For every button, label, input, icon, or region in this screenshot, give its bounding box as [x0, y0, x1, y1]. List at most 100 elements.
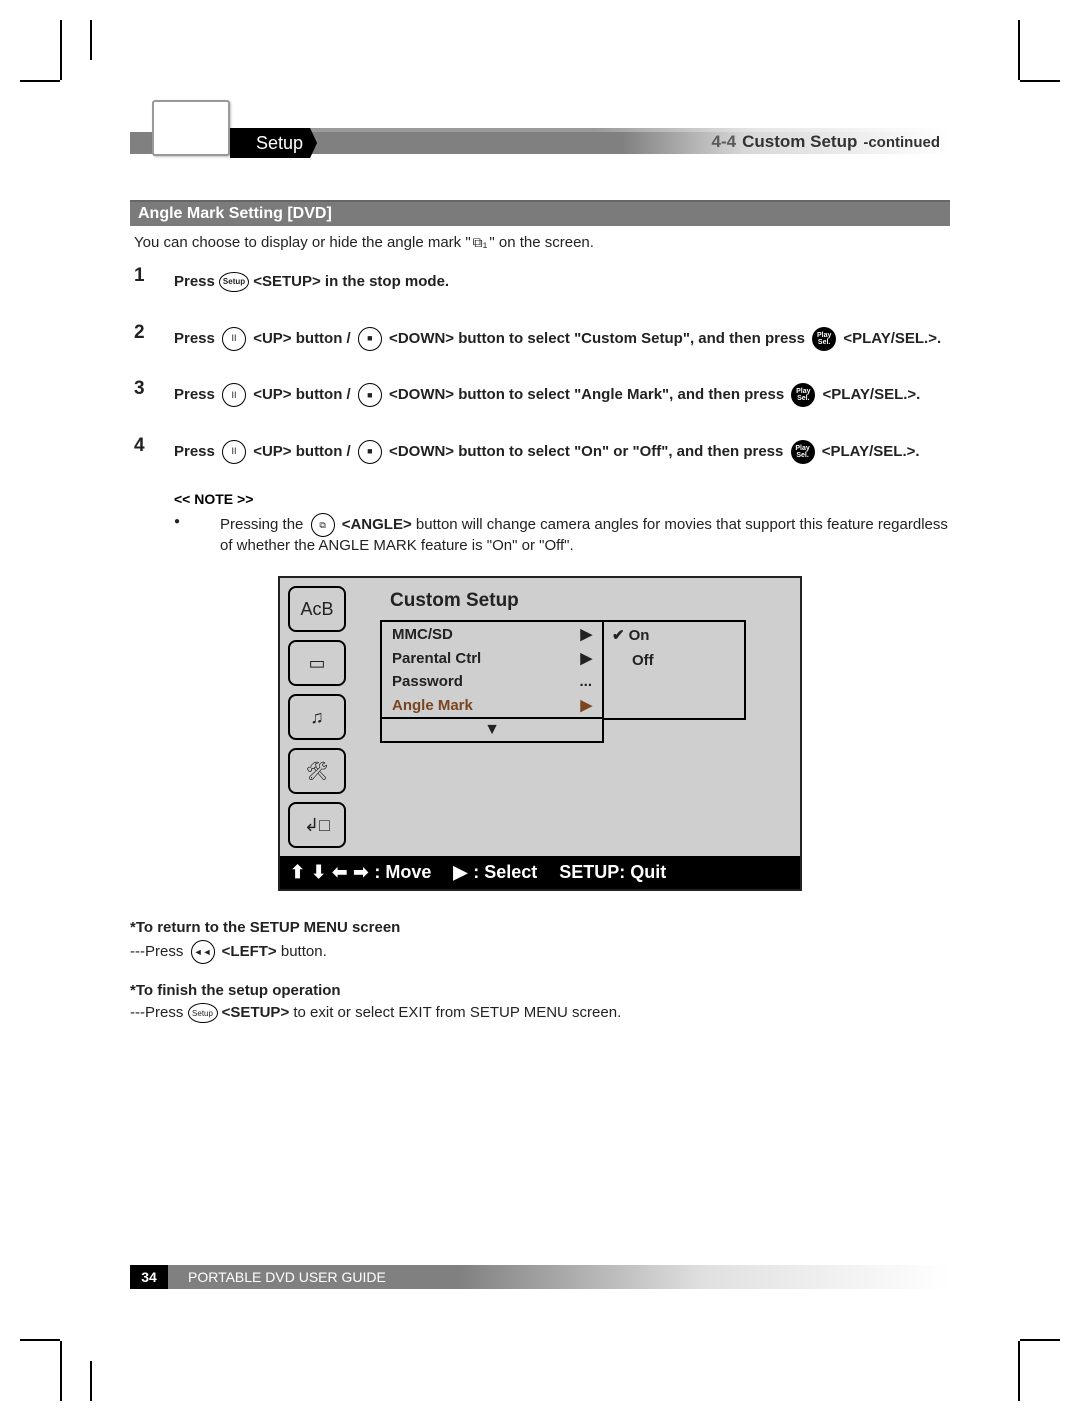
- chapter-number: 4-4: [712, 132, 737, 152]
- setup-label: <SETUP>: [222, 1004, 290, 1021]
- osd-menu-item: Angle Mark ▶: [382, 693, 602, 717]
- crop-mark: [1020, 1339, 1060, 1341]
- finish-text: to exit or select EXIT from SETUP MENU s…: [293, 1004, 621, 1021]
- play-sel-button-icon: Play Sel.: [791, 383, 815, 407]
- step-body: Press Setup <SETUP> in the stop mode.: [174, 265, 449, 300]
- step-text: Press: [174, 273, 219, 290]
- up-button-icon: II: [222, 383, 246, 407]
- osd-hint-bar: ⬆ ⬇ ⬅ ➡ : Move ▶ : Select SETUP: Quit: [280, 856, 800, 889]
- osd-menu-item: Password...: [382, 670, 602, 693]
- step-text: <UP> button /: [249, 443, 355, 460]
- chevron-right-icon: ▶: [580, 625, 592, 643]
- note-body: Pressing the ⧉ <ANGLE> button will chang…: [174, 513, 950, 554]
- osd-menu-label: Parental Ctrl: [392, 650, 481, 667]
- osd-sidebar-icon: AᴄB: [288, 586, 346, 632]
- step-body: Press II <UP> button / ■ <DOWN> button t…: [174, 435, 920, 470]
- step-item: 2Press II <UP> button / ■ <DOWN> button …: [134, 322, 950, 357]
- osd-sidebar-icon: 🛠: [288, 748, 346, 794]
- osd-title: Custom Setup: [380, 584, 790, 620]
- osd-sidebar-icon: ♫: [288, 694, 346, 740]
- crop-mark: [90, 1361, 92, 1401]
- chapter-suffix: -continued: [863, 134, 940, 151]
- setup-button-icon: Setup: [188, 1003, 218, 1023]
- step-text: <SETUP> in the stop mode.: [249, 273, 449, 290]
- chapter-title-text: Custom Setup: [742, 132, 857, 152]
- note-angle-label: <ANGLE>: [342, 516, 412, 533]
- step-item: 1Press Setup <SETUP> in the stop mode.: [134, 265, 950, 300]
- chevron-right-icon: ▶: [580, 696, 592, 714]
- finish-heading: *To finish the setup operation: [130, 982, 950, 999]
- note-heading: << NOTE >>: [174, 491, 950, 507]
- crop-mark: [1020, 80, 1060, 82]
- osd-sidebar-icon: ▭: [288, 640, 346, 686]
- arrow-up-icon: ⬆: [290, 862, 305, 883]
- step-number: 2: [134, 322, 174, 344]
- intro-post: " on the screen.: [489, 234, 594, 251]
- osd-menu-item: Parental Ctrl▶: [382, 646, 602, 670]
- setup-button-icon: Setup: [219, 272, 249, 292]
- return-text: button.: [281, 943, 327, 960]
- crop-mark: [1018, 20, 1020, 80]
- step-body: Press II <UP> button / ■ <DOWN> button t…: [174, 322, 941, 357]
- page-footer: 34 PORTABLE DVD USER GUIDE: [130, 1265, 950, 1291]
- osd-option-label: Off: [632, 652, 654, 669]
- step-text: Press: [174, 330, 219, 347]
- up-button-icon: II: [222, 327, 246, 351]
- arrow-down-icon: ⬇: [311, 862, 326, 883]
- step-number: 4: [134, 435, 174, 457]
- osd-option-label: On: [629, 627, 650, 644]
- step-text: Press: [174, 386, 219, 403]
- play-icon: ▶: [453, 862, 467, 883]
- device-thumb-icon: [152, 100, 230, 156]
- down-button-icon: ■: [358, 440, 382, 464]
- post-notes: *To return to the SETUP MENU screen ---P…: [130, 919, 950, 1023]
- intro-pre: You can choose to display or hide the an…: [134, 234, 471, 251]
- crop-mark: [20, 1339, 60, 1341]
- check-icon: ✔: [612, 626, 625, 644]
- step-text: <UP> button /: [249, 330, 355, 347]
- step-item: 4Press II <UP> button / ■ <DOWN> button …: [134, 435, 950, 470]
- finish-text: ---Press: [130, 1004, 188, 1021]
- return-text: ---Press: [130, 943, 188, 960]
- intro-text: You can choose to display or hide the an…: [134, 234, 946, 251]
- step-text: <DOWN> button to select "On" or "Off", a…: [385, 443, 788, 460]
- step-number: 3: [134, 378, 174, 400]
- osd-menu-down-hint: ▼: [382, 717, 602, 741]
- arrow-right-icon: ➡: [353, 862, 368, 883]
- steps-list: 1Press Setup <SETUP> in the stop mode.2P…: [134, 265, 950, 469]
- osd-menu-label: MMC/SD: [392, 626, 453, 643]
- step-text: <PLAY/SEL.>.: [818, 386, 920, 403]
- left-button-icon: ◄◄: [191, 940, 215, 964]
- osd-screenshot: AᴄB ▭ ♫ 🛠 ↲□ Custom Setup MMC/SD ▶ Parental Ct…: [278, 576, 802, 891]
- step-body: Press II <UP> button / ■ <DOWN> button t…: [174, 378, 920, 413]
- osd-sidebar: AᴄB ▭ ♫ 🛠 ↲□: [280, 578, 380, 856]
- play-sel-button-icon: Play Sel.: [812, 327, 836, 351]
- step-number: 1: [134, 265, 174, 287]
- osd-menu-label: Password: [392, 673, 463, 690]
- osd-menu-label: Angle Mark: [392, 697, 473, 714]
- step-text: <PLAY/SEL.>.: [818, 443, 920, 460]
- crop-mark: [20, 80, 60, 82]
- crop-mark: [60, 1341, 62, 1401]
- note-text: Pressing the: [220, 516, 308, 533]
- crop-mark: [60, 20, 62, 80]
- crop-mark: [90, 20, 92, 60]
- up-button-icon: II: [222, 440, 246, 464]
- breadcrumb: Setup: [230, 128, 317, 158]
- crop-mark: [1018, 1341, 1020, 1401]
- footer-text: PORTABLE DVD USER GUIDE: [188, 1265, 386, 1289]
- step-text: <DOWN> button to select "Angle Mark", an…: [385, 386, 788, 403]
- step-text: Press: [174, 443, 219, 460]
- page-number: 34: [130, 1265, 168, 1289]
- down-button-icon: ■: [358, 383, 382, 407]
- page-title: 4-4 Custom Setup -continued: [712, 128, 940, 156]
- osd-option-item: Off: [604, 648, 744, 673]
- down-button-icon: ■: [358, 327, 382, 351]
- step-text: <PLAY/SEL.>.: [839, 330, 941, 347]
- osd-options: ✔On Off: [604, 620, 746, 720]
- osd-move-label: : Move: [374, 862, 431, 883]
- angle-button-icon: ⧉: [311, 513, 335, 537]
- play-sel-button-icon: Play Sel.: [791, 440, 815, 464]
- osd-sidebar-icon: ↲□: [288, 802, 346, 848]
- arrow-left-icon: ⬅: [332, 862, 347, 883]
